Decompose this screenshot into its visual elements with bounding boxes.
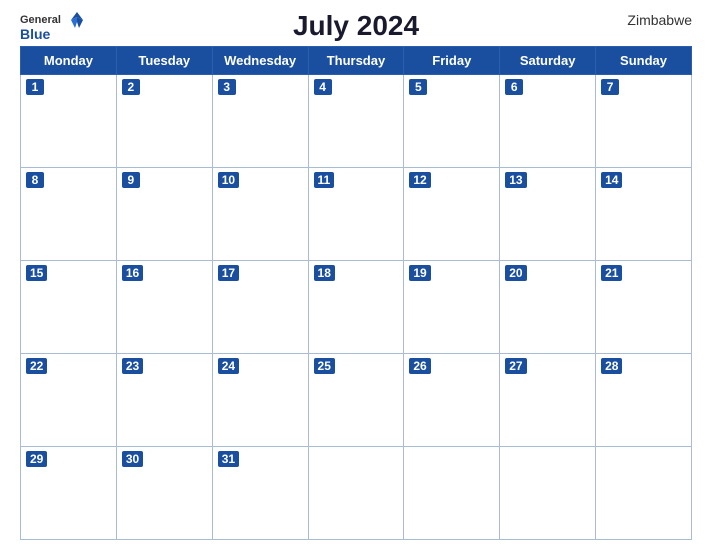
date-number: 23 [122, 358, 143, 374]
calendar-header: General Blue July 2024 Zimbabwe [20, 10, 692, 42]
calendar-cell: 22 [21, 354, 117, 447]
header-monday: Monday [21, 47, 117, 75]
calendar-cell: 28 [596, 354, 692, 447]
date-number: 30 [122, 451, 143, 467]
calendar-cell: 1 [21, 75, 117, 168]
calendar-cell: 4 [308, 75, 404, 168]
header-wednesday: Wednesday [212, 47, 308, 75]
calendar-cell [500, 447, 596, 540]
date-number: 24 [218, 358, 239, 374]
date-number: 2 [122, 79, 140, 95]
date-number: 8 [26, 172, 44, 188]
calendar-cell: 17 [212, 261, 308, 354]
calendar-cell: 15 [21, 261, 117, 354]
logo-bird-icon [63, 10, 91, 30]
calendar-cell: 3 [212, 75, 308, 168]
date-number: 17 [218, 265, 239, 281]
calendar-cell: 10 [212, 168, 308, 261]
calendar-cell: 2 [116, 75, 212, 168]
date-number: 29 [26, 451, 47, 467]
calendar-cell: 14 [596, 168, 692, 261]
calendar-cell: 7 [596, 75, 692, 168]
date-number: 18 [314, 265, 335, 281]
calendar-cell: 20 [500, 261, 596, 354]
calendar-cell [596, 447, 692, 540]
date-number: 3 [218, 79, 236, 95]
calendar-cell: 8 [21, 168, 117, 261]
date-number: 25 [314, 358, 335, 374]
calendar-cell [308, 447, 404, 540]
calendar-cell: 25 [308, 354, 404, 447]
date-number: 10 [218, 172, 239, 188]
date-number: 1 [26, 79, 44, 95]
header-sunday: Sunday [596, 47, 692, 75]
header-saturday: Saturday [500, 47, 596, 75]
date-number: 16 [122, 265, 143, 281]
calendar-cell [404, 447, 500, 540]
calendar-week-row: 1 2 3 4 5 6 7 [21, 75, 692, 168]
header-tuesday: Tuesday [116, 47, 212, 75]
calendar-table: Monday Tuesday Wednesday Thursday Friday… [20, 46, 692, 540]
calendar-cell: 29 [21, 447, 117, 540]
date-number: 12 [409, 172, 430, 188]
date-number: 27 [505, 358, 526, 374]
calendar-cell: 24 [212, 354, 308, 447]
logo-blue-text: Blue [20, 26, 50, 42]
date-number: 6 [505, 79, 523, 95]
header-thursday: Thursday [308, 47, 404, 75]
date-number: 21 [601, 265, 622, 281]
calendar-cell: 11 [308, 168, 404, 261]
calendar-cell: 5 [404, 75, 500, 168]
weekday-header-row: Monday Tuesday Wednesday Thursday Friday… [21, 47, 692, 75]
calendar-week-row: 22 23 24 25 26 27 28 [21, 354, 692, 447]
calendar-cell: 9 [116, 168, 212, 261]
calendar-week-row: 15 16 17 18 19 20 21 [21, 261, 692, 354]
date-number: 15 [26, 265, 47, 281]
country-label: Zimbabwe [627, 12, 692, 28]
date-number: 4 [314, 79, 332, 95]
calendar-week-row: 8 9 10 11 12 13 14 [21, 168, 692, 261]
date-number: 5 [409, 79, 427, 95]
calendar-cell: 19 [404, 261, 500, 354]
date-number: 22 [26, 358, 47, 374]
calendar-week-row: 29 30 31 [21, 447, 692, 540]
date-number: 28 [601, 358, 622, 374]
calendar-cell: 13 [500, 168, 596, 261]
calendar-cell: 26 [404, 354, 500, 447]
date-number: 31 [218, 451, 239, 467]
calendar-cell: 30 [116, 447, 212, 540]
calendar-cell: 27 [500, 354, 596, 447]
date-number: 20 [505, 265, 526, 281]
logo: General Blue [20, 10, 91, 42]
calendar-cell: 21 [596, 261, 692, 354]
calendar-cell: 6 [500, 75, 596, 168]
calendar-cell: 12 [404, 168, 500, 261]
date-number: 7 [601, 79, 619, 95]
calendar-cell: 16 [116, 261, 212, 354]
calendar-cell: 31 [212, 447, 308, 540]
date-number: 9 [122, 172, 140, 188]
logo-general-text: General [20, 14, 61, 26]
date-number: 19 [409, 265, 430, 281]
month-title: July 2024 [293, 10, 419, 42]
date-number: 11 [314, 172, 335, 188]
date-number: 14 [601, 172, 622, 188]
calendar-cell: 23 [116, 354, 212, 447]
date-number: 26 [409, 358, 430, 374]
date-number: 13 [505, 172, 526, 188]
calendar-cell: 18 [308, 261, 404, 354]
header-friday: Friday [404, 47, 500, 75]
